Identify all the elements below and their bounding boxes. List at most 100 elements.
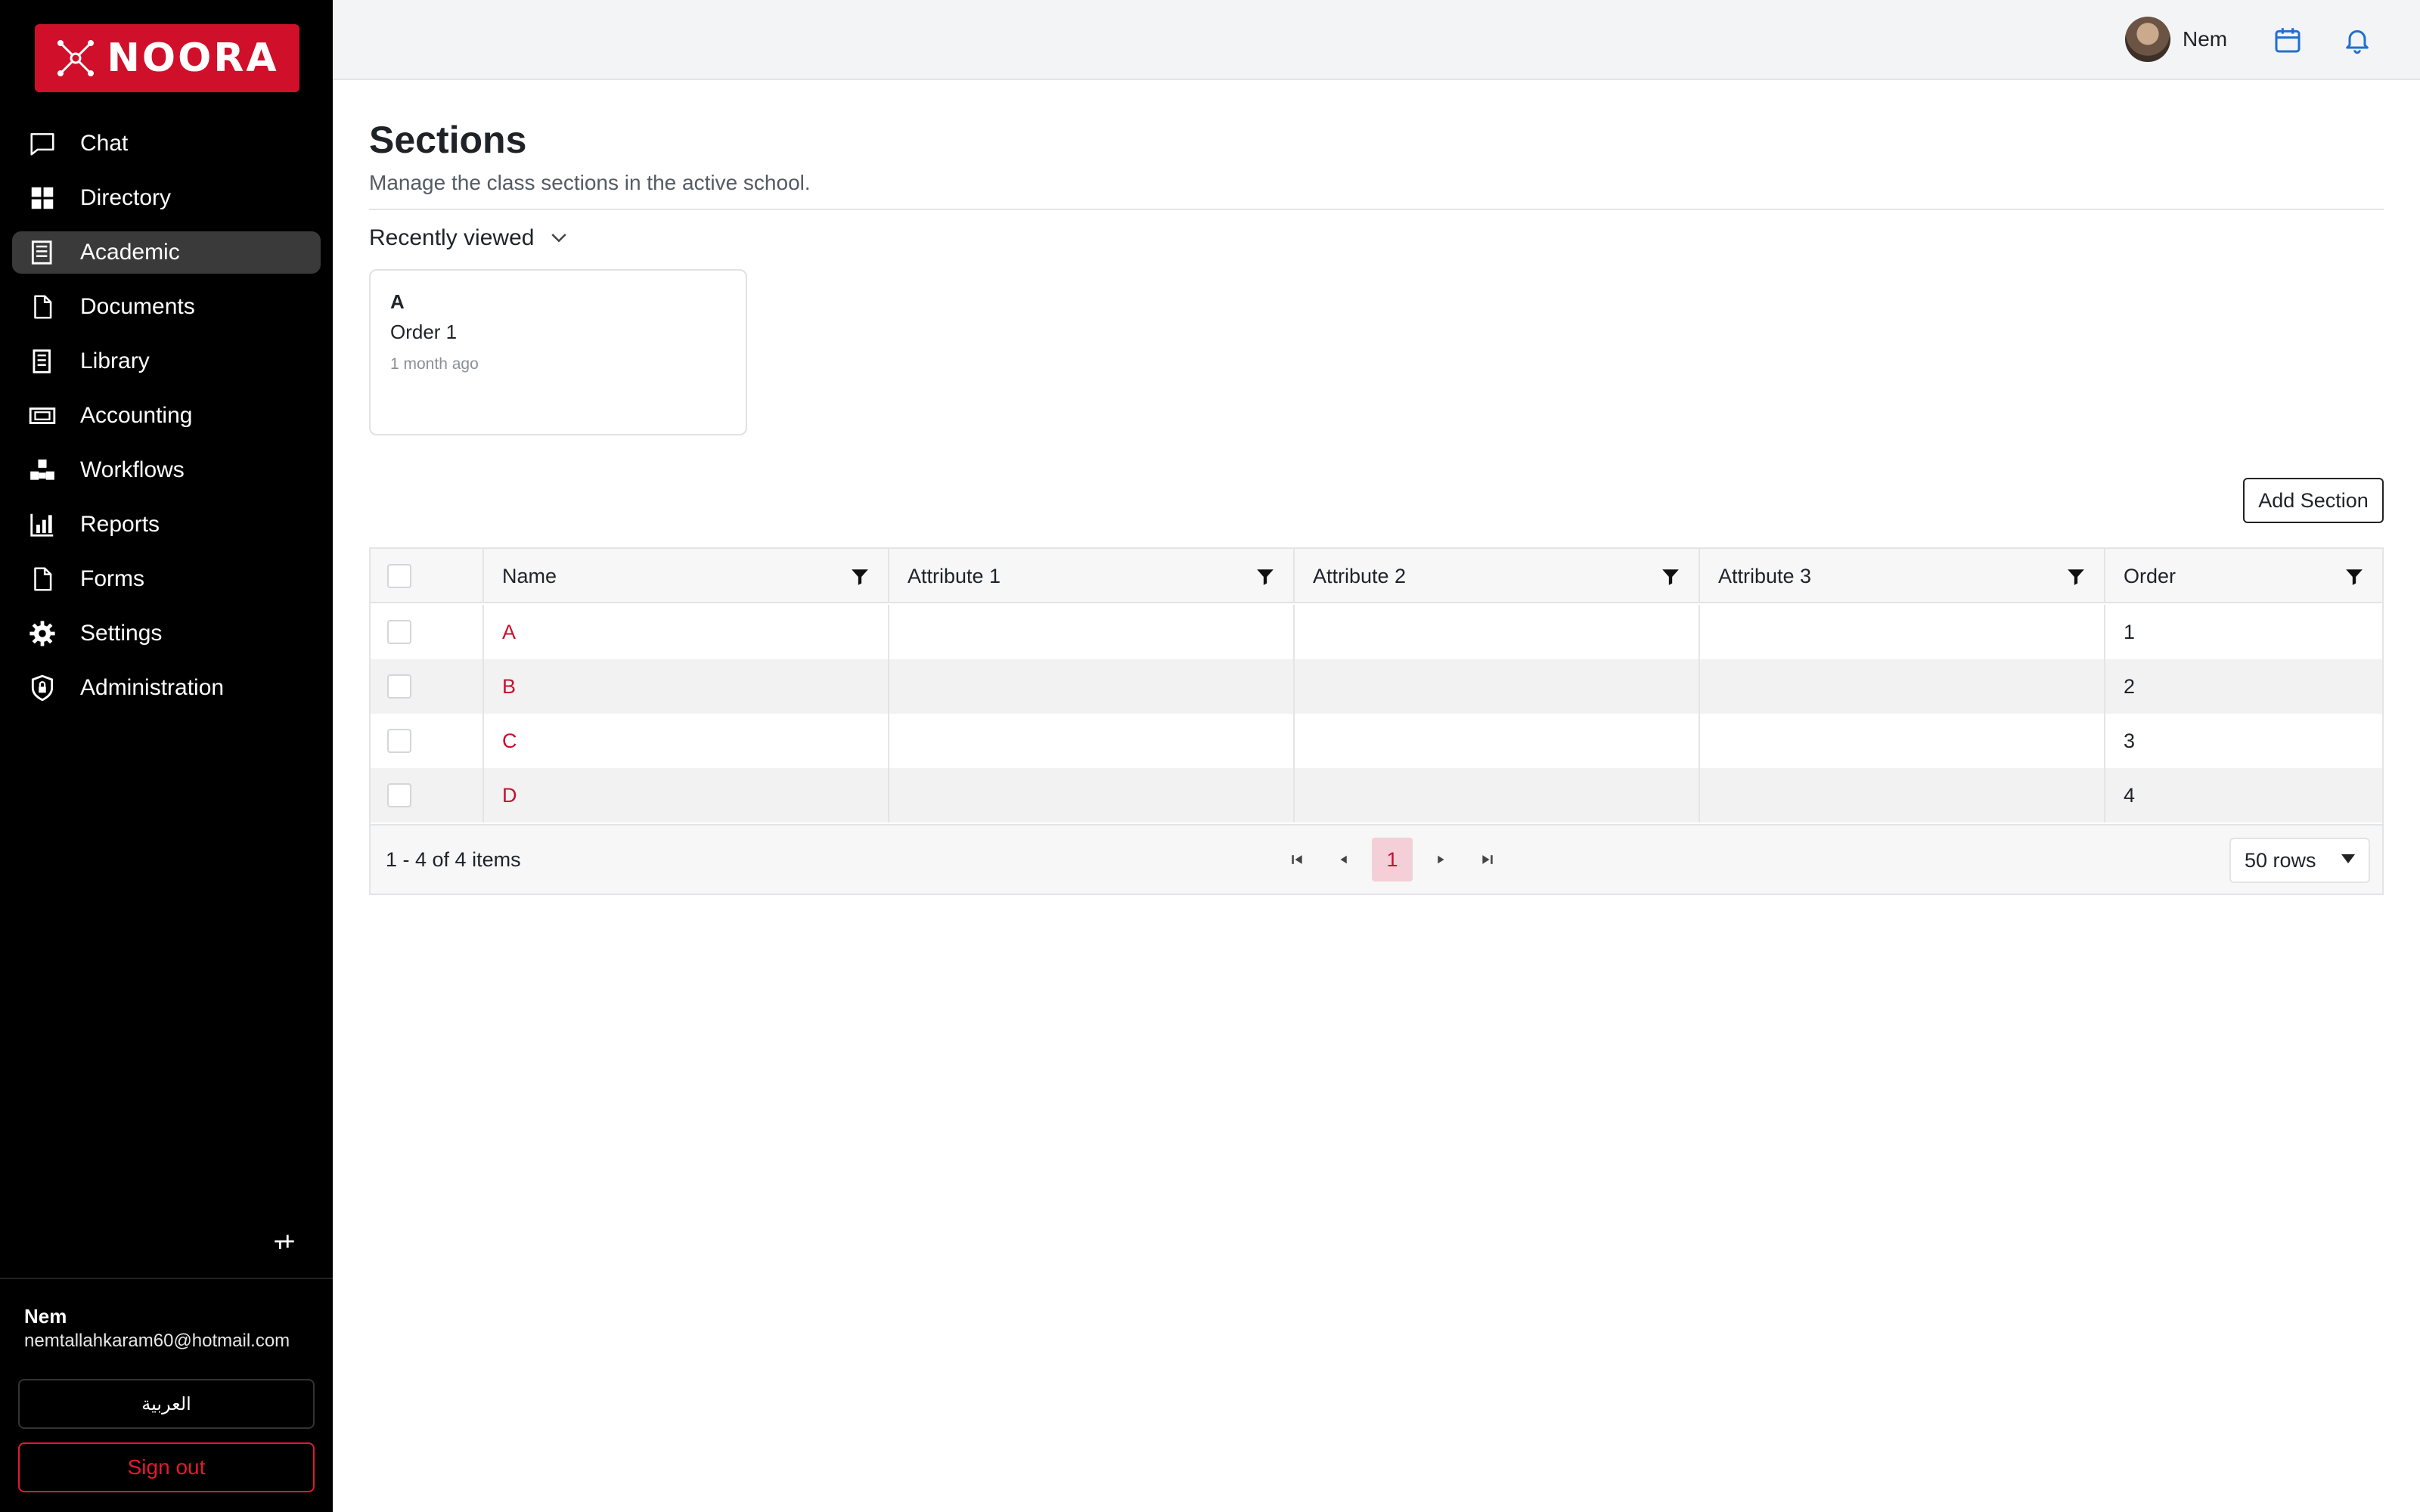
attribute-3-cell xyxy=(1700,659,2105,714)
order-cell: 4 xyxy=(2124,783,2136,807)
section-name-link[interactable]: A xyxy=(502,621,516,644)
column-header-attribute-2[interactable]: Attribute 2 xyxy=(1295,549,1700,603)
brand-name: NOORA xyxy=(107,36,279,81)
column-header-order[interactable]: Order xyxy=(2105,549,2382,603)
section-name-link[interactable]: C xyxy=(502,730,517,753)
sidebar-item-documents[interactable]: Documents xyxy=(12,286,321,328)
chevron-down-icon xyxy=(551,234,567,243)
table-row[interactable]: D 4 xyxy=(371,768,2382,823)
row-checkbox[interactable] xyxy=(387,729,411,753)
money-icon xyxy=(27,401,57,431)
name-cell: D xyxy=(484,768,889,823)
row-checkbox[interactable] xyxy=(387,783,411,807)
calendar-button[interactable] xyxy=(2263,17,2313,64)
table-row[interactable]: C 3 xyxy=(371,714,2382,768)
attribute-1-cell xyxy=(889,605,1295,659)
filter-icon[interactable] xyxy=(2344,567,2364,587)
notifications-button[interactable] xyxy=(2332,17,2382,64)
book-icon xyxy=(27,237,57,268)
language-toggle-button[interactable]: العربية xyxy=(18,1379,315,1429)
add-section-button[interactable]: Add Section xyxy=(2243,478,2384,523)
sidebar-item-workflows[interactable]: Workflows xyxy=(12,449,321,491)
avatar[interactable] xyxy=(2125,17,2170,62)
sidebar-item-chat[interactable]: Chat xyxy=(12,122,321,165)
sections-table: Name Attribute 1 Attribute 2 Attribute 3… xyxy=(369,547,2384,895)
sidebar: NOORA Chat Directory Academic Documents … xyxy=(0,0,333,1512)
sidebar-item-label: Administration xyxy=(80,675,225,700)
caret-down-icon xyxy=(2341,854,2355,863)
document-icon xyxy=(27,292,57,322)
column-header-attribute-1[interactable]: Attribute 1 xyxy=(889,549,1295,603)
item-count: 1 - 4 of 4 items xyxy=(386,848,521,871)
row-select-cell xyxy=(371,714,484,768)
sidebar-item-academic[interactable]: Academic xyxy=(12,231,321,274)
sidebar-item-label: Directory xyxy=(80,185,172,210)
order-cell: 1 xyxy=(2124,620,2136,643)
page-title: Sections xyxy=(369,119,527,161)
rows-per-page-value: 50 rows xyxy=(2245,848,2316,872)
sidebar-item-directory[interactable]: Directory xyxy=(12,177,321,219)
recent-item-card[interactable]: A Order 1 1 month ago xyxy=(369,269,747,435)
current-page-number[interactable]: 1 xyxy=(1372,838,1413,881)
table-row[interactable]: A 1 xyxy=(371,605,2382,659)
attribute-2-cell xyxy=(1295,659,1700,714)
filter-icon[interactable] xyxy=(1661,567,1680,587)
rows-per-page-select[interactable]: 50 rows xyxy=(2229,838,2370,883)
recent-card-title: A xyxy=(390,290,405,313)
last-page-icon xyxy=(1482,855,1493,864)
filter-icon[interactable] xyxy=(2066,567,2086,587)
form-icon xyxy=(27,564,57,594)
row-checkbox[interactable] xyxy=(387,620,411,644)
sidebar-user-email: nemtallahkaram60@hotmail.com xyxy=(24,1331,290,1351)
select-all-checkbox[interactable] xyxy=(387,564,411,588)
pin-sidebar-icon[interactable] xyxy=(269,1226,299,1256)
previous-page-button[interactable] xyxy=(1325,838,1363,881)
attribute-1-cell xyxy=(889,768,1295,823)
sidebar-item-label: Library xyxy=(80,349,150,373)
recent-card-timestamp: 1 month ago xyxy=(390,355,479,373)
sidebar-item-label: Forms xyxy=(80,566,144,591)
filter-icon[interactable] xyxy=(850,567,870,587)
pager: 1 xyxy=(1278,838,1506,881)
attribute-2-cell xyxy=(1295,714,1700,768)
first-page-button[interactable] xyxy=(1278,838,1316,881)
order-cell: 2 xyxy=(2124,674,2136,698)
sidebar-item-forms[interactable]: Forms xyxy=(12,558,321,600)
sidebar-item-library[interactable]: Library xyxy=(12,340,321,383)
sign-out-button[interactable]: Sign out xyxy=(18,1442,315,1492)
network-logo-icon xyxy=(57,40,95,76)
bell-icon xyxy=(2346,29,2369,54)
table-header-row: Name Attribute 1 Attribute 2 Attribute 3… xyxy=(371,549,2382,603)
sidebar-item-accounting[interactable]: Accounting xyxy=(12,395,321,437)
recently-viewed-toggle[interactable]: Recently viewed xyxy=(369,225,570,251)
sidebar-item-label: Workflows xyxy=(80,457,185,482)
calendar-icon xyxy=(2275,28,2301,53)
next-page-button[interactable] xyxy=(1422,838,1460,881)
noora-logo[interactable]: NOORA xyxy=(35,24,299,92)
attribute-2-cell xyxy=(1295,768,1700,823)
sidebar-item-administration[interactable]: Administration xyxy=(12,667,321,709)
sidebar-item-reports[interactable]: Reports xyxy=(12,503,321,546)
filter-icon[interactable] xyxy=(1255,567,1275,587)
sidebar-item-label: Settings xyxy=(80,621,163,646)
section-name-link[interactable]: B xyxy=(502,675,516,699)
header-select-cell xyxy=(371,549,484,603)
column-header-label: Attribute 3 xyxy=(1718,564,1812,587)
row-checkbox[interactable] xyxy=(387,674,411,699)
recently-viewed-label: Recently viewed xyxy=(369,225,535,250)
last-page-button[interactable] xyxy=(1469,838,1506,881)
top-bar xyxy=(333,0,2420,80)
column-header-name[interactable]: Name xyxy=(484,549,889,603)
library-icon xyxy=(27,346,57,376)
top-user-name[interactable]: Nem xyxy=(2183,27,2227,51)
sidebar-nav: Chat Directory Academic Documents Librar… xyxy=(12,122,321,721)
sidebar-item-settings[interactable]: Settings xyxy=(12,612,321,655)
section-name-link[interactable]: D xyxy=(502,784,517,807)
attribute-1-cell xyxy=(889,714,1295,768)
shield-icon xyxy=(27,673,57,703)
column-header-attribute-3[interactable]: Attribute 3 xyxy=(1700,549,2105,603)
chart-icon xyxy=(27,510,57,540)
grid-icon xyxy=(27,183,57,213)
row-select-cell xyxy=(371,605,484,659)
table-row[interactable]: B 2 xyxy=(371,659,2382,714)
